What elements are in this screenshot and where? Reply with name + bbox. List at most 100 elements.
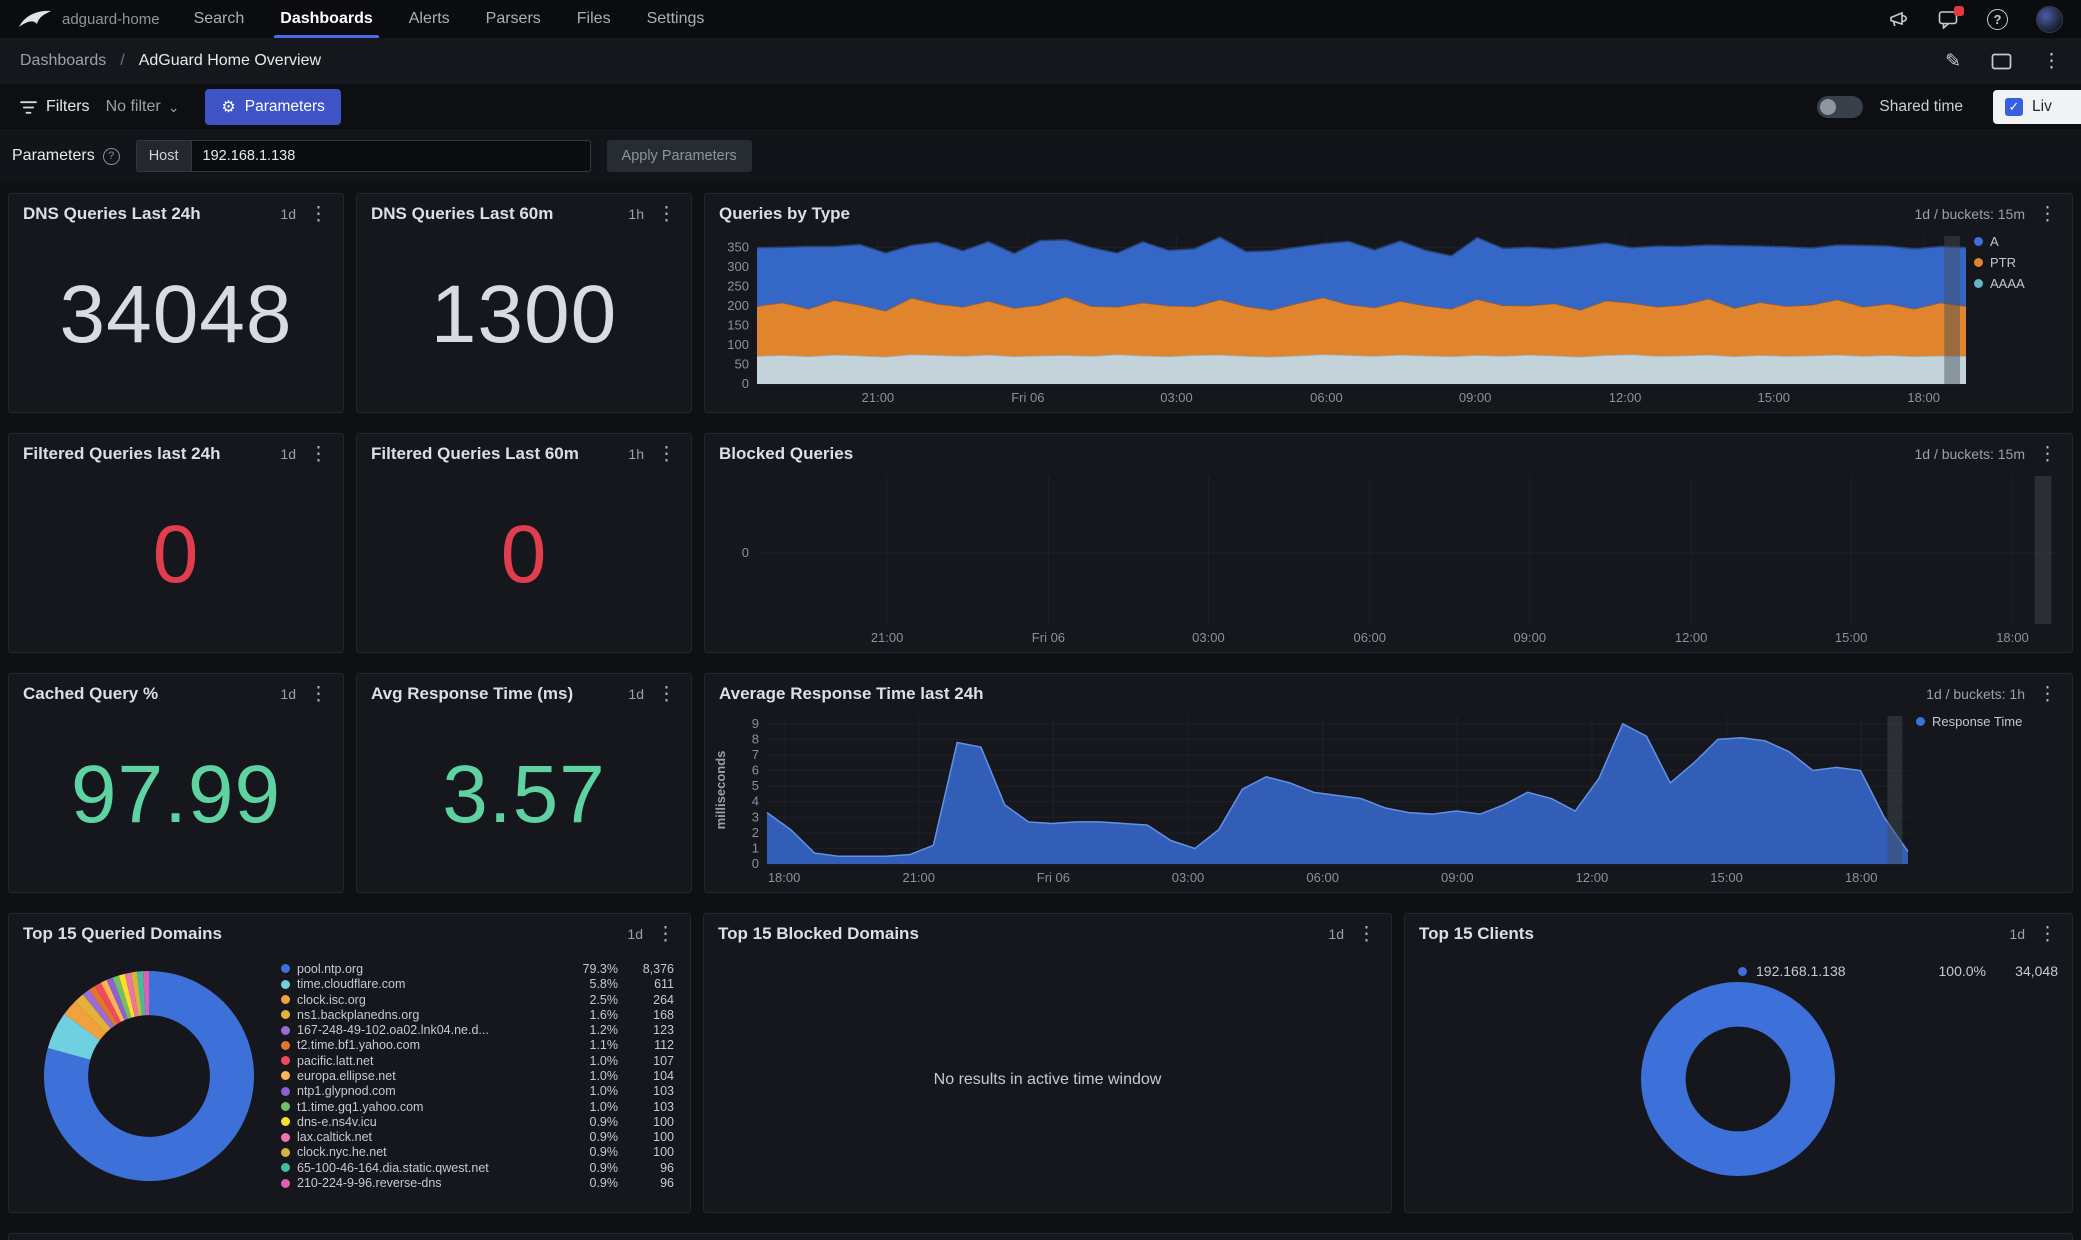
fullscreen-mode-icon[interactable] <box>1991 53 2012 70</box>
legend-item[interactable]: A <box>1974 234 2060 249</box>
help-icon[interactable]: ? <box>1987 9 2008 30</box>
legend-item[interactable]: AAAA <box>1974 276 2060 291</box>
legend-row[interactable]: 192.168.1.138100.0%34,048 <box>1738 960 2058 982</box>
parameters-button[interactable]: ⚙ Parameters <box>205 89 340 125</box>
panel-menu-button[interactable]: ⋮ <box>306 205 331 224</box>
nav-item-parsers[interactable]: Parsers <box>486 0 541 38</box>
queries-by-type-chart[interactable]: 21:00Fri 0603:0006:0009:0012:0015:0018:0… <box>711 228 1972 410</box>
panel-time-badge: 1h <box>628 206 644 222</box>
legend-row[interactable]: 210-224-9-96.reverse-dns0.9%96 <box>281 1175 674 1190</box>
legend-row[interactable]: ns1.backplanedns.org1.6%168 <box>281 1007 674 1022</box>
panel-blocked-queries: Blocked Queries 1d / buckets: 15m ⋮ 21:0… <box>704 433 2073 653</box>
host-input[interactable] <box>191 140 591 172</box>
stat-value: 3.57 <box>357 708 691 892</box>
legend-row[interactable]: clock.nyc.he.net0.9%100 <box>281 1145 674 1160</box>
legend-row[interactable]: pacific.latt.net1.0%107 <box>281 1053 674 1068</box>
legend-dot-icon <box>281 1087 290 1096</box>
svg-text:06:00: 06:00 <box>1306 870 1339 885</box>
breadcrumb-root[interactable]: Dashboards <box>20 52 106 70</box>
legend-row[interactable]: t1.time.gq1.yahoo.com1.0%103 <box>281 1099 674 1114</box>
legend-label: 210-224-9-96.reverse-dns <box>297 1176 568 1190</box>
panel-menu-button[interactable]: ⋮ <box>2035 205 2060 224</box>
breadcrumb-current: AdGuard Home Overview <box>139 52 321 70</box>
legend-count: 123 <box>618 1023 674 1037</box>
shared-time-label: Shared time <box>1879 98 1963 116</box>
legend-row[interactable]: clock.isc.org2.5%264 <box>281 992 674 1007</box>
legend-percent: 0.9% <box>568 1161 618 1175</box>
legend-dot-icon <box>281 1179 290 1188</box>
dashboard-menu-icon[interactable]: ⋮ <box>2042 50 2061 73</box>
legend-label: t2.time.bf1.yahoo.com <box>297 1038 568 1052</box>
panel-time-badge: 1d <box>1328 926 1344 942</box>
panel-dns-queries-last-24h: DNS Queries Last 24h 1d ⋮ 34048 <box>8 193 344 413</box>
panel-time-badge: 1d <box>280 446 296 462</box>
user-avatar[interactable] <box>2036 6 2063 33</box>
panel-menu-button[interactable]: ⋮ <box>2035 925 2060 944</box>
app-logo-icon[interactable] <box>18 8 52 30</box>
notifications-icon[interactable] <box>1938 10 1959 29</box>
legend-row[interactable]: pool.ntp.org79.3%8,376 <box>281 961 674 976</box>
panel-top-clients: Top 15 Clients 1d ⋮ 192.168.1.138100.0%3… <box>1404 913 2073 1213</box>
panel-menu-button[interactable]: ⋮ <box>2035 445 2060 464</box>
panel-cached-query-pct: Cached Query % 1d ⋮ 97.99 <box>8 673 344 893</box>
legend-count: 264 <box>618 993 674 1007</box>
legend-row[interactable]: ntp1.glypnod.com1.0%103 <box>281 1084 674 1099</box>
legend-count: 96 <box>618 1176 674 1190</box>
live-checkbox[interactable]: ✓ <box>2005 98 2023 116</box>
legend-row[interactable]: 65-100-46-164.dia.static.qwest.net0.9%96 <box>281 1160 674 1175</box>
info-icon[interactable]: ? <box>103 148 120 165</box>
blocked-queries-chart[interactable]: 21:00Fri 0603:0006:0009:0012:0015:0018:0… <box>711 468 2064 650</box>
panel-menu-button[interactable]: ⋮ <box>654 205 679 224</box>
panel-title: Average Response Time last 24h <box>719 684 1916 704</box>
announcements-icon[interactable] <box>1889 10 1910 29</box>
nav-item-search[interactable]: Search <box>194 0 245 38</box>
nav-item-settings[interactable]: Settings <box>647 0 705 38</box>
legend-row[interactable]: t2.time.bf1.yahoo.com1.1%112 <box>281 1038 674 1053</box>
panel-menu-button[interactable]: ⋮ <box>653 925 678 944</box>
legend-count: 34,048 <box>1986 963 2058 979</box>
panel-menu-button[interactable]: ⋮ <box>2035 685 2060 704</box>
panel-menu-button[interactable]: ⋮ <box>654 445 679 464</box>
legend-count: 103 <box>618 1100 674 1114</box>
panel-top-queried-domains: Top 15 Queried Domains 1d ⋮ pool.ntp.org… <box>8 913 691 1213</box>
legend-dot-icon <box>1974 279 1983 288</box>
svg-text:0: 0 <box>742 376 749 391</box>
panel-title: Filtered Queries Last 60m <box>371 444 618 464</box>
host-parameter: Host <box>136 140 591 172</box>
clients-legend-list: 192.168.1.138100.0%34,048 <box>1738 960 2058 982</box>
filter-select[interactable]: No filter ⌄ <box>106 98 180 116</box>
top-clients-donut[interactable] <box>1623 959 1853 1199</box>
panel-menu-button[interactable]: ⋮ <box>1354 925 1379 944</box>
legend-row[interactable]: lax.caltick.net0.9%100 <box>281 1130 674 1145</box>
edit-dashboard-icon[interactable]: ✎ <box>1945 50 1961 73</box>
svg-text:100: 100 <box>727 337 749 352</box>
legend-item[interactable]: Response Time <box>1916 714 2060 729</box>
filters-button[interactable]: Filters <box>20 98 90 116</box>
domain-legend-list: pool.ntp.org79.3%8,376time.cloudflare.co… <box>281 948 678 1204</box>
legend-label: europa.ellipse.net <box>297 1069 568 1083</box>
apply-parameters-button[interactable]: Apply Parameters <box>607 140 752 172</box>
legend-row[interactable]: 167-248-49-102.oa02.lnk04.ne.d...1.2%123 <box>281 1022 674 1037</box>
legend-count: 107 <box>618 1054 674 1068</box>
panel-menu-button[interactable]: ⋮ <box>654 685 679 704</box>
panel-menu-button[interactable]: ⋮ <box>306 445 331 464</box>
workspace-name[interactable]: adguard-home <box>62 11 160 28</box>
nav-item-alerts[interactable]: Alerts <box>409 0 450 38</box>
avg-response-time-chart[interactable]: 18:0021:00Fri 0603:0006:0009:0012:0015:0… <box>711 708 1914 890</box>
legend-row[interactable]: dns-e.ns4v.icu0.9%100 <box>281 1114 674 1129</box>
nav-item-dashboards[interactable]: Dashboards <box>280 0 372 38</box>
shared-time-toggle[interactable] <box>1817 96 1863 118</box>
svg-text:06:00: 06:00 <box>1310 390 1343 405</box>
svg-text:0: 0 <box>752 856 759 871</box>
legend-item[interactable]: PTR <box>1974 255 2060 270</box>
legend-row[interactable]: europa.ellipse.net1.0%104 <box>281 1068 674 1083</box>
nav-item-files[interactable]: Files <box>577 0 611 38</box>
svg-text:12:00: 12:00 <box>1576 870 1609 885</box>
legend-percent: 0.9% <box>568 1145 618 1159</box>
panel-title: Top 15 Queried Domains <box>23 924 617 944</box>
legend-row[interactable]: time.cloudflare.com5.8%611 <box>281 977 674 992</box>
panel-menu-button[interactable]: ⋮ <box>306 685 331 704</box>
host-param-label: Host <box>136 140 191 172</box>
top-queried-domains-donut[interactable] <box>17 953 281 1199</box>
parameters-label: Parameters ? <box>12 147 120 165</box>
